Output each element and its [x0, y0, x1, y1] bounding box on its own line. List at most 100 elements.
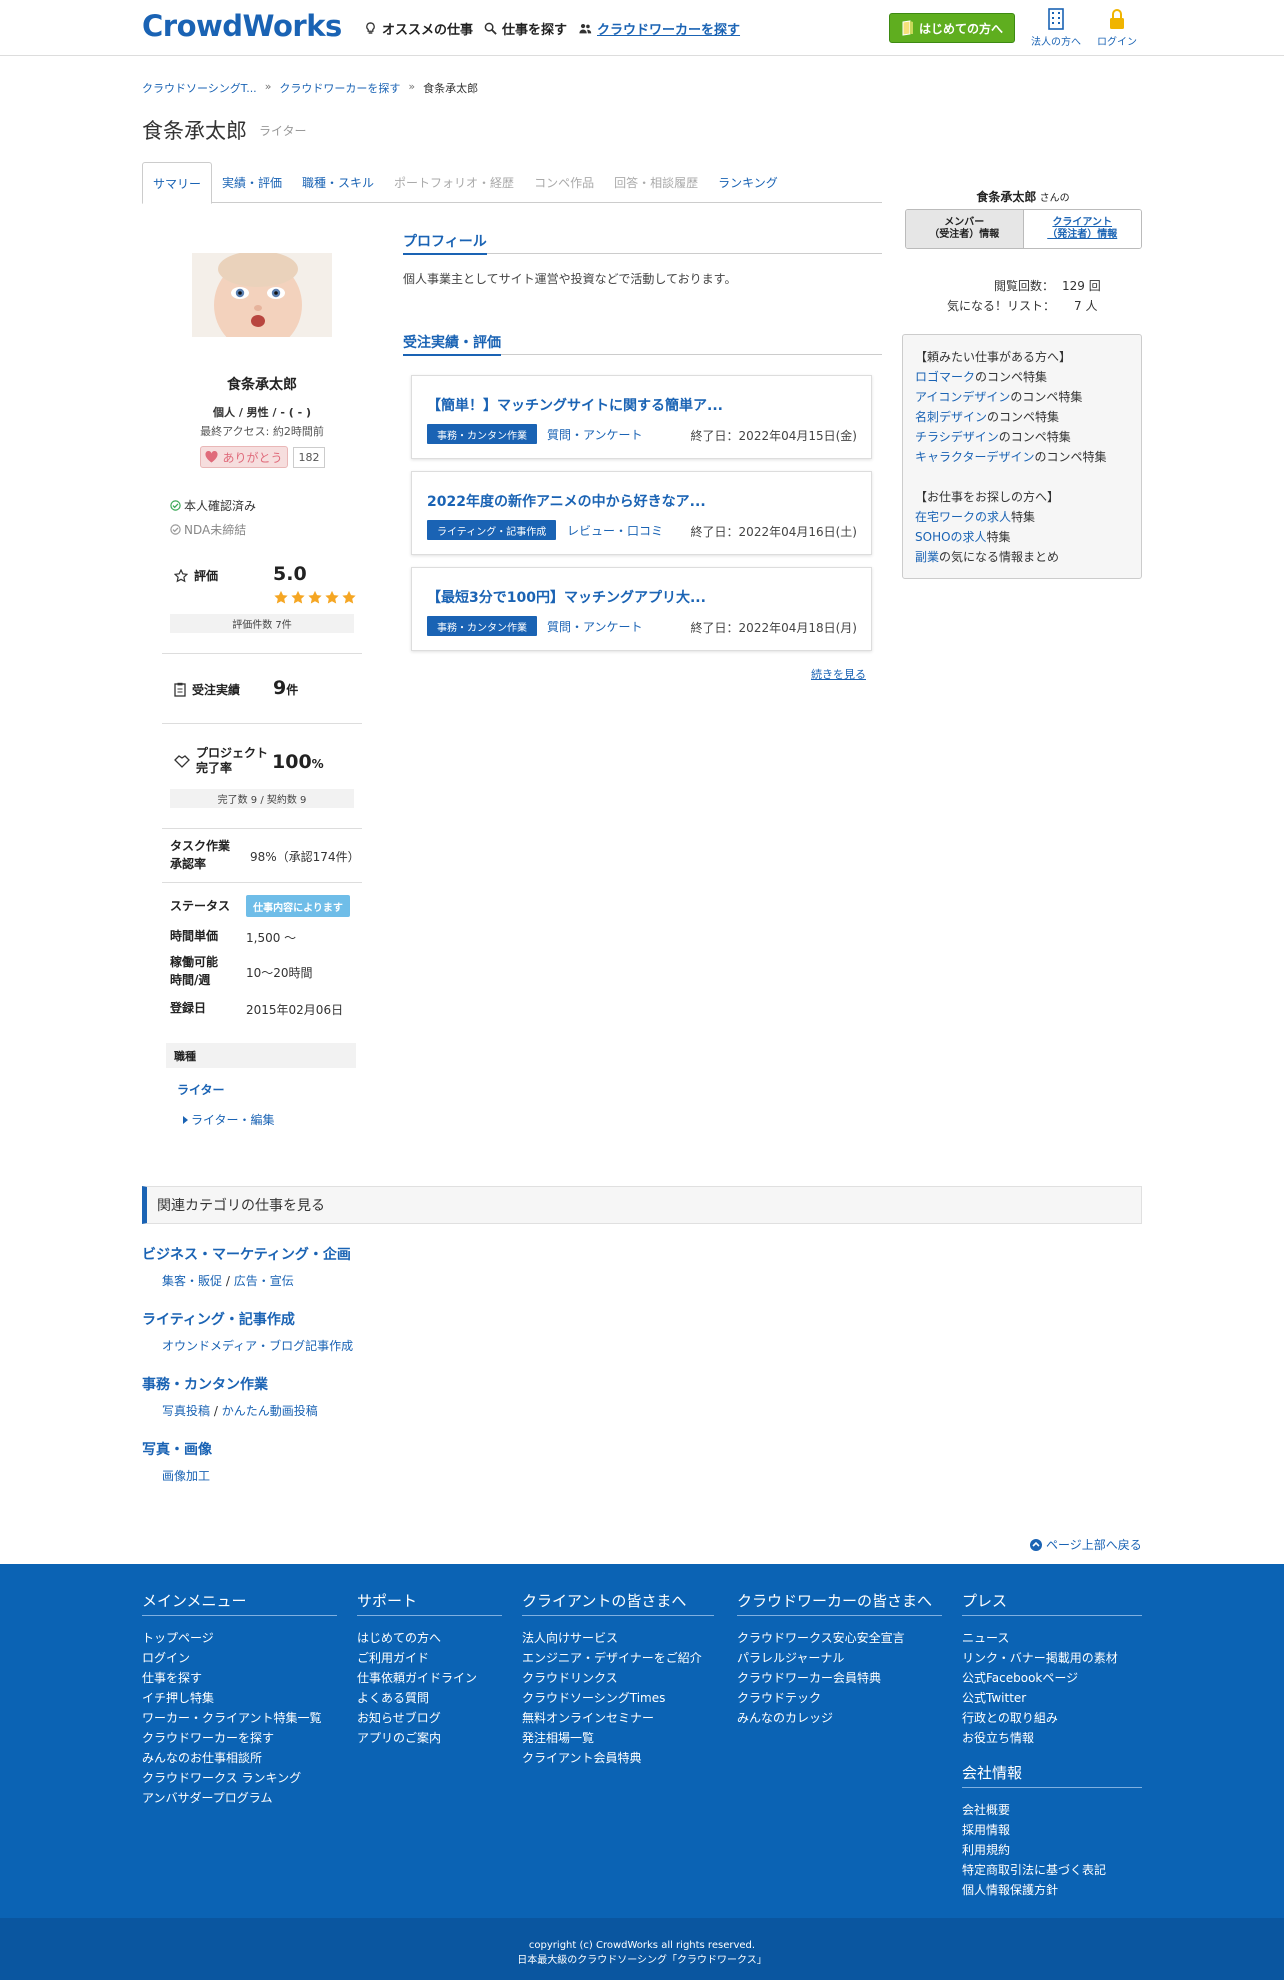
footer-link[interactable]: アプリのご案内 — [357, 1728, 502, 1748]
order-card-category[interactable]: 事務・カンタン作業 — [427, 616, 537, 636]
order-card[interactable]: 2022年度の新作アニメの中から好きなア... ライティング・記事作成 レビュー… — [411, 471, 872, 555]
order-card-category[interactable]: ライティング・記事作成 — [427, 520, 557, 540]
feature-text: 特集 — [1011, 510, 1036, 524]
job-type-sub-link[interactable]: ライター・編集 — [183, 1111, 275, 1128]
related-category[interactable]: ビジネス・マーケティング・企画 — [142, 1244, 351, 1264]
order-card-subcategory[interactable]: レビュー・口コミ — [567, 522, 663, 539]
footer-column-title: 会社情報 — [962, 1762, 1142, 1788]
footer-link[interactable]: クラウドテック — [737, 1688, 942, 1708]
footer-link[interactable]: クラウドリンクス — [522, 1668, 714, 1688]
order-card[interactable]: 【簡単！】マッチングサイトに関する簡単ア... 事務・カンタン作業 質問・アンケ… — [411, 375, 872, 459]
related-subcategory-link[interactable]: オウンドメディア・ブログ記事作成 — [162, 1339, 353, 1353]
footer-link[interactable]: 公式Facebookページ — [962, 1668, 1142, 1688]
footer-link[interactable]: リンク・バナー掲載用の素材 — [962, 1648, 1142, 1668]
footer-link[interactable]: ご利用ガイド — [357, 1648, 502, 1668]
member-info-tab[interactable]: メンバー （受注者）情報 — [906, 210, 1024, 248]
footer-link[interactable]: 個人情報保護方針 — [962, 1880, 1142, 1900]
footer-link[interactable]: ニュース — [962, 1628, 1142, 1648]
footer-link[interactable]: トップページ — [142, 1628, 337, 1648]
feature-link[interactable]: キャラクターデザイン — [915, 450, 1035, 464]
footer-link[interactable]: ワーカー・クライアント特集一覧 — [142, 1708, 337, 1728]
order-card-subcategory[interactable]: 質問・アンケート — [547, 618, 643, 635]
related-category[interactable]: 事務・カンタン作業 — [142, 1374, 268, 1394]
tab-summary[interactable]: サマリー — [142, 162, 213, 204]
order-card[interactable]: 【最短3分で100円】マッチングアプリ大... 事務・カンタン作業 質問・アンケ… — [411, 567, 872, 651]
nav-find-workers[interactable]: クラウドワーカーを探す — [579, 19, 740, 38]
feature-link[interactable]: 在宅ワークの求人 — [915, 510, 1011, 524]
available-hours-label-line2: 時間/週 — [170, 973, 211, 987]
related-subcategory-link[interactable]: 広告・宣伝 — [234, 1274, 294, 1288]
tab-ranking[interactable]: ランキング — [708, 162, 788, 203]
client-info-tab[interactable]: クライアント （発注者）情報 — [1023, 210, 1141, 248]
footer-link[interactable]: クライアント会員特典 — [522, 1748, 714, 1768]
feature-link[interactable]: 副業 — [915, 550, 939, 564]
beginners-button[interactable]: はじめての方へ — [889, 13, 1015, 43]
tab-results[interactable]: 実績・評価 — [212, 162, 292, 203]
footer-link[interactable]: パラレルジャーナル — [737, 1648, 942, 1668]
footer-link[interactable]: クラウドワークス安心安全宣言 — [737, 1628, 942, 1648]
footer-link[interactable]: はじめての方へ — [357, 1628, 502, 1648]
related-subcategory-link[interactable]: 写真投稿 — [162, 1404, 210, 1418]
footer-link[interactable]: お役立ち情報 — [962, 1728, 1142, 1748]
search-icon — [484, 22, 497, 35]
copyright-text: copyright (c) CrowdWorks all rights rese… — [528, 1940, 756, 1951]
divider — [162, 653, 362, 654]
corporate-link[interactable]: 法人の方へ — [1026, 8, 1086, 48]
footer-link[interactable]: クラウドワークス ランキング — [142, 1768, 337, 1788]
footer-link[interactable]: 採用情報 — [962, 1820, 1142, 1840]
order-card-title[interactable]: 2022年度の新作アニメの中から好きなア... — [427, 491, 706, 511]
footer-link[interactable]: 無料オンラインセミナー — [522, 1708, 714, 1728]
order-card-title[interactable]: 【簡単！】マッチングサイトに関する簡単ア... — [427, 395, 723, 415]
related-category[interactable]: 写真・画像 — [142, 1439, 212, 1459]
divider — [162, 882, 362, 883]
sidebar-user-name-text: 食条承太郎 — [976, 190, 1037, 204]
nav-recommended[interactable]: オススメの仕事 — [364, 19, 473, 38]
footer-link[interactable]: イチ押し特集 — [142, 1688, 337, 1708]
breadcrumb-item[interactable]: クラウドワーカーを探す — [279, 80, 400, 96]
related-subcategory-link[interactable]: かんたん動画投稿 — [222, 1404, 318, 1418]
footer-link[interactable]: クラウドワーカー会員特典 — [737, 1668, 942, 1688]
breadcrumb-item[interactable]: クラウドソーシングT... — [142, 80, 257, 96]
feature-link[interactable]: ロゴマーク — [915, 370, 975, 384]
login-link[interactable]: ログイン — [1087, 8, 1147, 48]
nav-find-jobs[interactable]: 仕事を探す — [484, 19, 567, 38]
status-badge: 仕事内容によります — [246, 895, 350, 917]
feature-link[interactable]: チラシデザイン — [915, 430, 999, 444]
footer-link[interactable]: 会社概要 — [962, 1800, 1142, 1820]
task-approval-label-line2: 承認率 — [170, 857, 207, 871]
footer-link[interactable]: エンジニア・デザイナーをご紹介 — [522, 1648, 714, 1668]
caret-right-icon — [183, 1115, 188, 1124]
footer-link[interactable]: みんなのお仕事相談所 — [142, 1748, 337, 1768]
order-card-category[interactable]: 事務・カンタン作業 — [427, 424, 537, 444]
footer-link[interactable]: ログイン — [142, 1648, 337, 1668]
more-results-link[interactable]: 続きを見る — [811, 666, 866, 682]
footer-link[interactable]: お知らせブログ — [357, 1708, 502, 1728]
footer-link[interactable]: 公式Twitter — [962, 1688, 1142, 1708]
footer-link[interactable]: アンバサダープログラム — [142, 1788, 337, 1808]
order-card-subcategory[interactable]: 質問・アンケート — [547, 426, 643, 443]
back-to-top-link[interactable]: ページ上部へ戻る — [1030, 1536, 1142, 1553]
feature-link[interactable]: 名刺デザイン — [915, 410, 987, 424]
thanks-button[interactable]: ありがとう — [200, 446, 288, 468]
feature-link[interactable]: アイコンデザイン — [915, 390, 1010, 404]
star-icon — [274, 590, 288, 604]
order-card-title[interactable]: 【最短3分で100円】マッチングアプリ大... — [427, 587, 706, 607]
footer-link[interactable]: 特定商取引法に基づく表記 — [962, 1860, 1142, 1880]
footer-link[interactable]: 仕事依頼ガイドライン — [357, 1668, 502, 1688]
footer-link[interactable]: 行政との取り組み — [962, 1708, 1142, 1728]
footer-link[interactable]: 仕事を探す — [142, 1668, 337, 1688]
footer-link[interactable]: よくある質問 — [357, 1688, 502, 1708]
footer-link[interactable]: クラウドワーカーを探す — [142, 1728, 337, 1748]
footer-link[interactable]: 発注相場一覧 — [522, 1728, 714, 1748]
job-type-main[interactable]: ライター — [177, 1081, 225, 1098]
footer-link[interactable]: 法人向けサービス — [522, 1628, 714, 1648]
tab-skills[interactable]: 職種・スキル — [292, 162, 384, 203]
feature-link[interactable]: SOHOの求人 — [915, 530, 987, 544]
footer-link[interactable]: みんなのカレッジ — [737, 1708, 942, 1728]
site-logo[interactable]: CrowdWorks — [142, 9, 342, 43]
footer-link[interactable]: クラウドソーシングTimes — [522, 1688, 714, 1708]
related-subcategory-link[interactable]: 画像加工 — [162, 1469, 210, 1483]
related-category[interactable]: ライティング・記事作成 — [142, 1309, 295, 1329]
footer-link[interactable]: 利用規約 — [962, 1840, 1142, 1860]
related-subcategory-link[interactable]: 集客・販促 — [162, 1274, 222, 1288]
